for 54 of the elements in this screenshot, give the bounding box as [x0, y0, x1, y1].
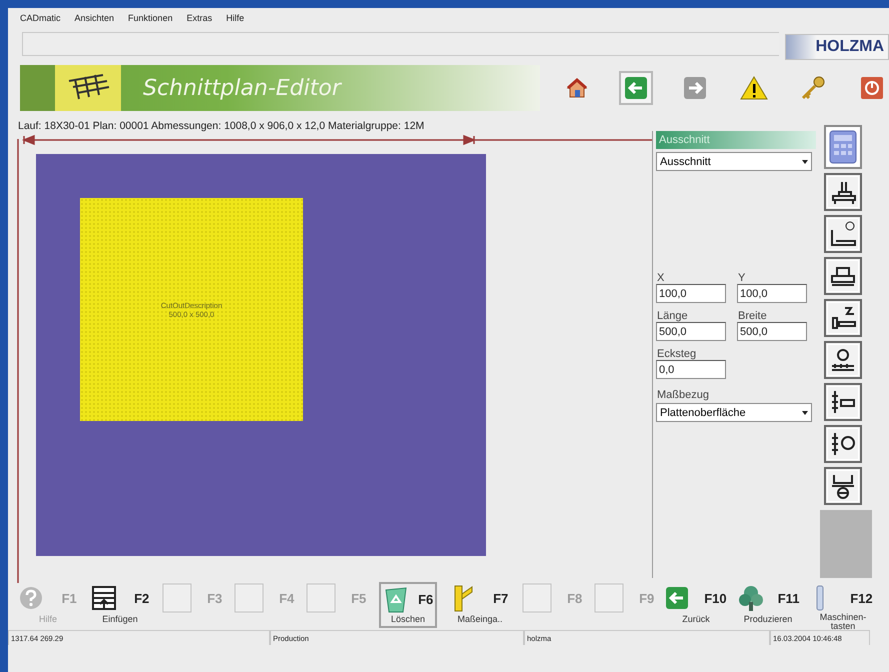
reference-dropdown[interactable]: Plattenoberfläche: [656, 403, 812, 422]
warning-icon: [740, 76, 768, 100]
input-field[interactable]: 500,0: [737, 322, 807, 341]
field-label: Y: [737, 271, 746, 284]
company-logo: HOLZMA: [784, 34, 889, 60]
input-field[interactable]: 100,0: [656, 284, 726, 303]
input-field[interactable]: 500,0: [656, 322, 726, 341]
tool-button[interactable]: [824, 215, 862, 253]
input-field[interactable]: 0,0: [656, 360, 726, 379]
field-label: Ecksteg: [656, 347, 698, 360]
editor-title: Schnittplan-Editor: [143, 76, 341, 100]
field-label: X: [656, 271, 666, 284]
tool-button[interactable]: [824, 299, 862, 337]
trash-bin-icon: [382, 585, 409, 613]
menu-item[interactable]: Funktionen: [128, 13, 173, 23]
function-key-button[interactable]: F11 Produzieren: [732, 582, 804, 628]
dropdown-arrow-icon: [802, 410, 808, 414]
field-label: Breite: [737, 309, 768, 322]
blank-key-icon: [234, 583, 264, 613]
plan-info-text: Lauf: 18X30-01 Plan: 00001 Abmessungen: 1008,0 x 906,0 x 12,0 Materialgruppe: 12M: [18, 120, 424, 132]
tool-button[interactable]: [824, 173, 862, 211]
function-key-button[interactable]: F10 Zurück: [660, 582, 732, 628]
function-key-button[interactable]: F6 Löschen: [379, 582, 437, 628]
menu-item[interactable]: Extras: [186, 13, 212, 23]
back-button[interactable]: [619, 71, 653, 105]
help-icon: [19, 586, 44, 610]
field-label: Maßbezug: [656, 388, 710, 401]
cut-type-dropdown[interactable]: Ausschnitt: [656, 152, 812, 171]
power-icon: [860, 76, 884, 100]
tool-button[interactable]: [824, 383, 862, 421]
home-icon: [566, 77, 588, 99]
tool-button[interactable]: [824, 425, 862, 463]
insert-row-icon: [90, 585, 117, 611]
field-label: Länge: [656, 309, 689, 322]
tree-icon: [736, 584, 765, 612]
blank-key-icon: [522, 583, 552, 613]
dropdown-arrow-icon: [802, 160, 808, 164]
tool-button[interactable]: [824, 257, 862, 295]
blank-key-icon: [162, 583, 192, 613]
tool-button[interactable]: [824, 467, 862, 505]
calculator-icon: [828, 129, 858, 165]
function-key-button[interactable]: F2 Einfügen: [84, 582, 156, 628]
function-key-button[interactable]: F7 Maßeinga..: [444, 582, 516, 628]
input-field[interactable]: 100,0: [737, 284, 807, 303]
panel-title: Ausschnitt: [656, 131, 816, 149]
blank-key-icon: [594, 583, 624, 613]
key-icon: [800, 76, 826, 100]
blank-key-icon: [306, 583, 336, 613]
tool-button[interactable]: [824, 341, 862, 379]
menu-item[interactable]: Ansichten: [74, 13, 114, 23]
menu-item[interactable]: CADmatic: [20, 13, 61, 23]
function-key-button[interactable]: F12 Maschinen- tasten: [804, 582, 882, 628]
menu-item[interactable]: Hilfe: [226, 13, 244, 23]
header-accent-block: [20, 65, 55, 111]
